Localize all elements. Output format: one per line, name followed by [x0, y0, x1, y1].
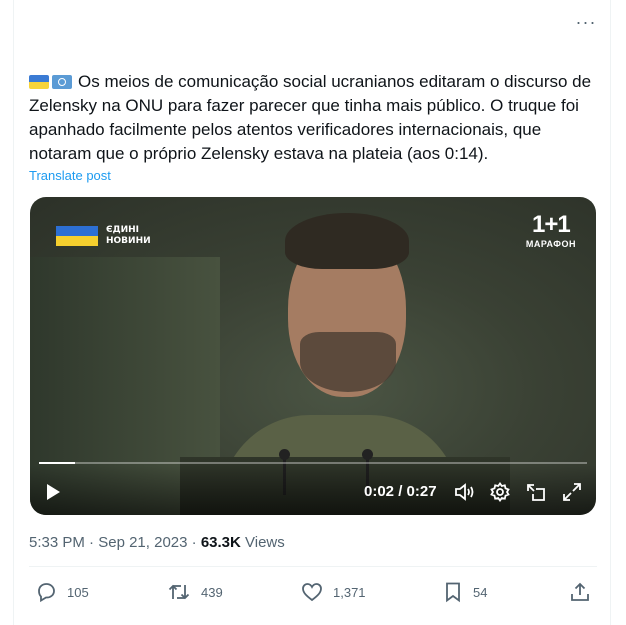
like-button[interactable]: 1,371 [301, 576, 366, 608]
ukraine-flag-icon [29, 75, 49, 89]
post-date[interactable]: Sep 21, 2023 [98, 534, 187, 551]
post-body: Os meios de comunicação social ucraniano… [29, 72, 592, 163]
video-progress-fill [39, 462, 75, 464]
post-time[interactable]: 5:33 PM [29, 534, 85, 551]
channel-logo: ЄДИНІ НОВИНИ [56, 225, 166, 247]
share-icon [571, 582, 589, 601]
channel-logo-line1: ЄДИНІ [106, 225, 140, 235]
volume-muted-icon[interactable] [454, 482, 476, 502]
play-icon[interactable] [44, 483, 62, 501]
repost-count: 439 [201, 584, 223, 600]
video-progress-bar[interactable] [39, 462, 587, 464]
un-flag-icon [52, 75, 72, 89]
dock-video-icon[interactable] [526, 482, 546, 502]
network-name: 1+1 [532, 211, 571, 238]
more-options-button[interactable]: ··· [572, 10, 600, 34]
video-time: 0:02 / 0:27 [364, 483, 437, 500]
heart-icon [302, 583, 322, 602]
repost-button[interactable]: 439 [167, 576, 223, 608]
network-subtitle: МАРАФОН [525, 239, 576, 249]
views-count: 63.3K [200, 534, 241, 551]
reply-icon [38, 583, 55, 603]
share-button[interactable] [569, 576, 591, 608]
speaker-hair [285, 213, 409, 269]
translate-post-link[interactable]: Translate post [29, 168, 111, 183]
gear-icon[interactable] [490, 482, 510, 502]
channel-logo-line2: НОВИНИ [106, 236, 151, 246]
reply-button[interactable]: 105 [35, 576, 89, 608]
fullscreen-icon[interactable] [562, 482, 582, 502]
meta-separator: · [187, 534, 201, 551]
action-bar: 105 439 1,371 54 [29, 576, 599, 608]
repost-icon [168, 584, 190, 600]
ukraine-flag-icon [56, 226, 98, 246]
post-meta: 5:33 PM · Sep 21, 2023 · 63.3K Views [29, 534, 285, 551]
channel-logo-text: ЄДИНІ НОВИНИ [106, 225, 166, 247]
divider [29, 566, 597, 567]
post-text: Os meios de comunicação social ucraniano… [29, 70, 599, 166]
speaker-beard [300, 332, 396, 392]
bookmark-count: 54 [473, 584, 488, 600]
views-label: Views [240, 534, 285, 551]
meta-separator: · [84, 534, 99, 551]
bookmark-button[interactable]: 54 [443, 576, 487, 608]
network-logo: 1+1 МАРАФОН [526, 211, 576, 249]
bookmark-icon [446, 582, 460, 603]
video-player[interactable]: ЄДИНІ НОВИНИ 1+1 МАРАФОН 0:02 / 0:27 [30, 197, 596, 515]
video-controls-bar [30, 465, 596, 515]
reply-count: 105 [67, 584, 89, 600]
like-count: 1,371 [333, 584, 366, 600]
